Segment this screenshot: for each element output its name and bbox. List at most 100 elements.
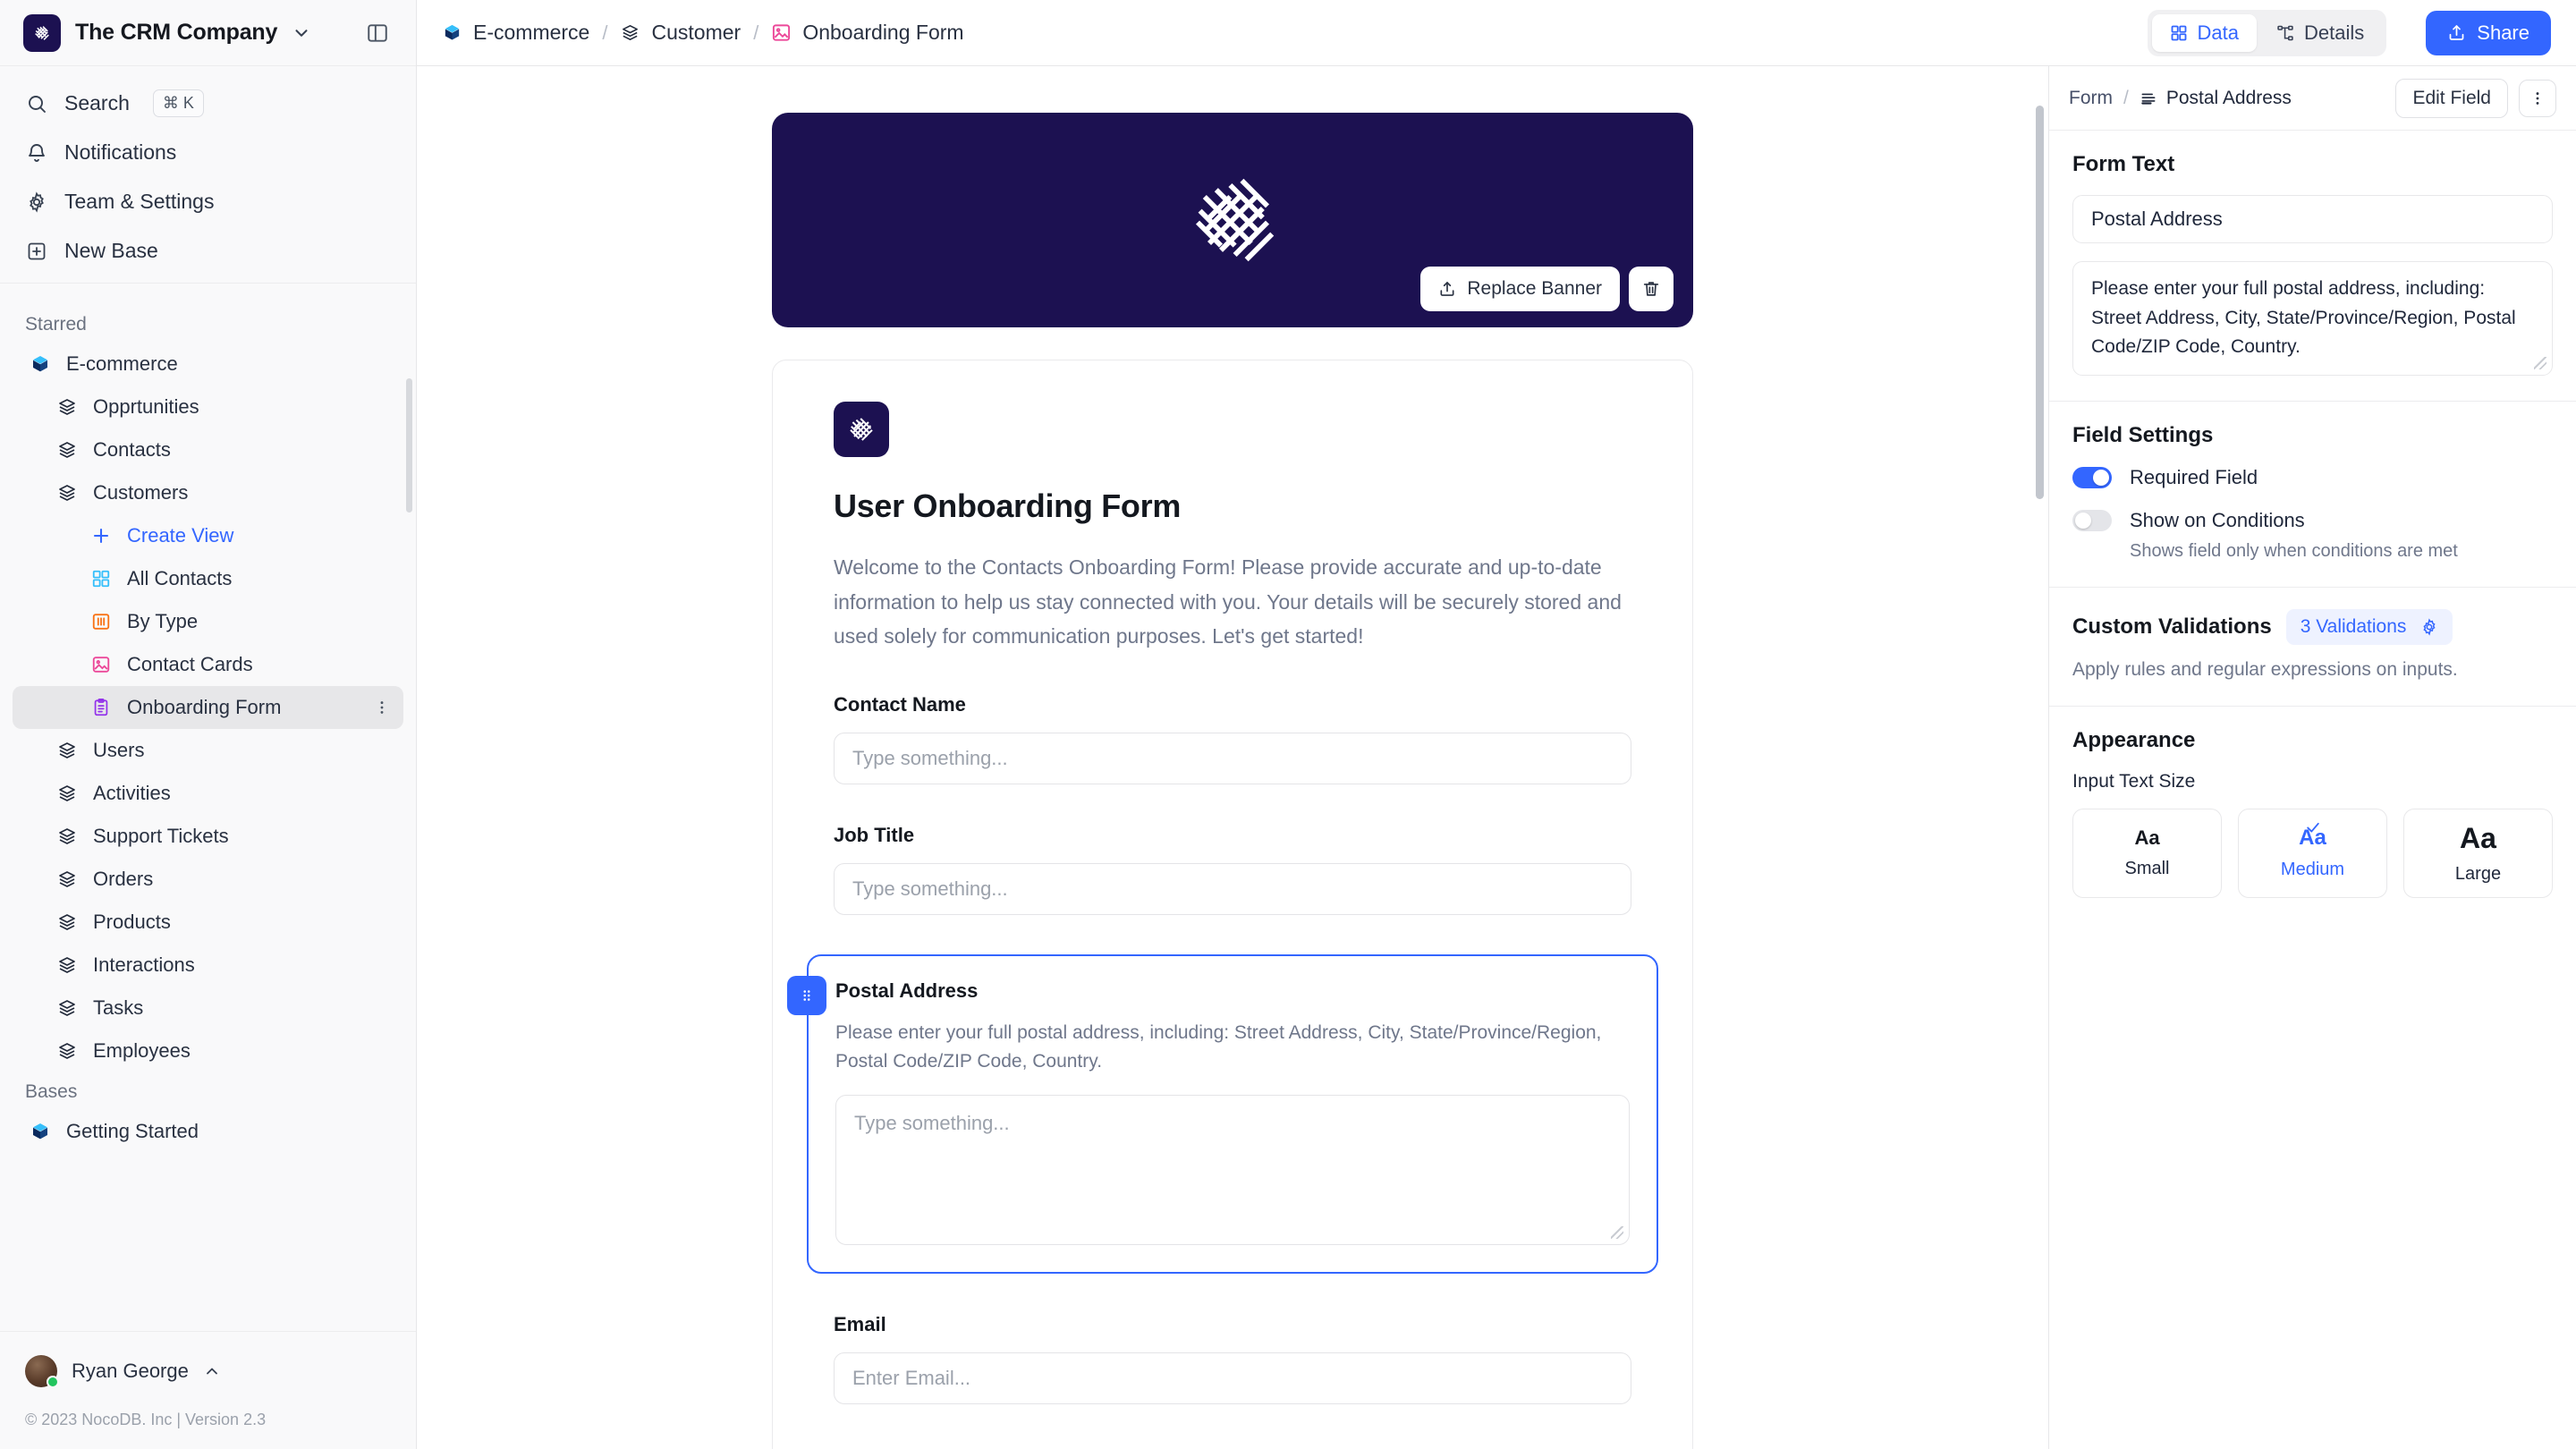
panel-breadcrumb-current: Postal Address <box>2166 88 2292 109</box>
sidebar-item-onboarding-form[interactable]: Onboarding Form <box>13 686 403 729</box>
sidebar-item-customers[interactable]: Customers <box>13 471 403 514</box>
tab-data[interactable]: Data <box>2152 14 2257 52</box>
bell-icon <box>25 141 48 165</box>
delete-banner-button[interactable] <box>1629 267 1674 311</box>
check-icon <box>2304 818 2322 836</box>
job-title-input[interactable]: Type something... <box>834 863 1631 915</box>
brand-logo-icon <box>23 14 61 52</box>
gear-icon[interactable] <box>2420 618 2438 636</box>
size-option-large[interactable]: Aa Large <box>2403 809 2553 898</box>
sidebar-item-search[interactable]: Search ⌘ K <box>0 79 416 128</box>
show-on-conditions-toggle[interactable] <box>2072 510 2112 531</box>
sidebar-scrollbar[interactable] <box>406 378 412 513</box>
sidebar-item-notifications[interactable]: Notifications <box>0 128 416 177</box>
field-description-textarea[interactable]: Please enter your full postal address, i… <box>2072 261 2553 376</box>
postal-address-placeholder: Type something... <box>854 1112 1010 1134</box>
breadcrumb-item-table[interactable]: Customer <box>620 21 741 45</box>
contact-name-input[interactable]: Type something... <box>834 733 1631 784</box>
base-cube-icon <box>29 352 52 376</box>
sidebar-item-opprtunities[interactable]: Opprtunities <box>13 386 403 428</box>
tab-details[interactable]: Details <box>2258 14 2382 52</box>
sidebar-item-getting-started[interactable]: Getting Started <box>13 1110 403 1153</box>
sidebar-item-by-type[interactable]: By Type <box>13 600 403 643</box>
gear-icon <box>25 191 48 214</box>
sidebar-item-employees[interactable]: Employees <box>13 1030 403 1072</box>
sidebar-item-label: Onboarding Form <box>127 696 281 719</box>
form-text-title: Form Text <box>2072 152 2553 177</box>
copyright-text: © 2023 NocoDB. Inc | Version 2.3 <box>25 1394 391 1449</box>
sidebar-item-interactions[interactable]: Interactions <box>13 944 403 987</box>
sidebar-item-tasks[interactable]: Tasks <box>13 987 403 1030</box>
form-text-section: Form Text Postal Address Please enter yo… <box>2049 131 2576 402</box>
required-field-toggle[interactable] <box>2072 467 2112 488</box>
more-vertical-icon[interactable] <box>373 699 391 716</box>
sidebar-item-contact-cards[interactable]: Contact Cards <box>13 643 403 686</box>
size-glyph: Aa <box>2134 826 2159 850</box>
sidebar-item-label: All Contacts <box>127 567 232 590</box>
table-stack-icon <box>55 1039 79 1063</box>
workspace-header: The CRM Company <box>0 0 416 66</box>
table-stack-icon <box>55 825 79 848</box>
sidebar-item-new-base[interactable]: New Base <box>0 226 416 275</box>
table-stack-icon <box>55 911 79 934</box>
left-sidebar: The CRM Company Search ⌘ K Notifi <box>0 0 417 1449</box>
share-button[interactable]: Share <box>2426 11 2551 55</box>
table-stack-icon <box>55 739 79 762</box>
resize-handle[interactable] <box>1611 1226 1623 1239</box>
user-menu[interactable]: Ryan George <box>25 1348 391 1394</box>
breadcrumb-label: Customer <box>651 21 741 45</box>
field-label: Contact Name <box>834 693 1631 716</box>
panel-collapse-icon[interactable] <box>362 18 393 48</box>
panel-breadcrumb-current-wrap: Postal Address <box>2140 88 2292 109</box>
drag-handle-icon[interactable] <box>787 976 826 1015</box>
form-field-postal-address[interactable]: Postal Address Please enter your full po… <box>807 954 1658 1274</box>
sidebar-item-label: Products <box>93 911 171 934</box>
breadcrumb: E-commerce / Customer / Onboarding Form <box>442 21 964 45</box>
replace-banner-label: Replace Banner <box>1467 278 1602 300</box>
sidebar-item-products[interactable]: Products <box>13 901 403 944</box>
canvas-scrollbar[interactable] <box>2036 106 2044 499</box>
edit-field-button[interactable]: Edit Field <box>2395 79 2508 118</box>
field-label-input[interactable]: Postal Address <box>2072 195 2553 243</box>
sidebar-item-e-commerce[interactable]: E-commerce <box>13 343 403 386</box>
postal-address-textarea[interactable]: Type something... <box>835 1095 1630 1245</box>
trash-icon <box>1641 279 1661 299</box>
schema-tree-icon <box>2276 24 2294 42</box>
form-field-email: Email Enter Email... <box>834 1313 1631 1404</box>
status-badge <box>47 1376 59 1388</box>
breadcrumb-item-base[interactable]: E-commerce <box>442 21 589 45</box>
sidebar-item-support-tickets[interactable]: Support Tickets <box>13 815 403 858</box>
sidebar-item-contacts[interactable]: Contacts <box>13 428 403 471</box>
breadcrumb-separator: / <box>602 21 607 45</box>
table-stack-icon <box>55 868 79 891</box>
sidebar-item-all-contacts[interactable]: All Contacts <box>13 557 403 600</box>
resize-handle[interactable] <box>2534 357 2546 369</box>
sidebar-item-orders[interactable]: Orders <box>13 858 403 901</box>
chevron-down-icon[interactable] <box>292 23 311 43</box>
sidebar-item-label: New Base <box>64 239 158 263</box>
table-stack-icon <box>55 481 79 504</box>
sidebar-item-label: E-commerce <box>66 352 178 376</box>
email-input[interactable]: Enter Email... <box>834 1352 1631 1404</box>
main-area: E-commerce / Customer / Onboarding Form <box>417 0 2576 1449</box>
panel-breadcrumb-root[interactable]: Form <box>2069 88 2113 109</box>
size-option-small[interactable]: Aa Small <box>2072 809 2222 898</box>
panel-header: Form / Postal Address Edit Field <box>2049 66 2576 131</box>
sidebar-item-team-settings[interactable]: Team & Settings <box>0 177 416 226</box>
sidebar-item-users[interactable]: Users <box>13 729 403 772</box>
panel-breadcrumb: Form / Postal Address <box>2069 88 2292 109</box>
sidebar-item-activities[interactable]: Activities <box>13 772 403 815</box>
sidebar-item-label: Tasks <box>93 996 143 1020</box>
breadcrumb-separator: / <box>753 21 758 45</box>
sidebar-item-label: Support Tickets <box>93 825 229 848</box>
size-option-medium[interactable]: Aa Medium <box>2238 809 2387 898</box>
user-name: Ryan George <box>72 1360 189 1383</box>
replace-banner-button[interactable]: Replace Banner <box>1420 267 1620 311</box>
panel-more-button[interactable] <box>2519 80 2556 117</box>
view-mode-switch: Data Details <box>2148 10 2387 56</box>
divider <box>0 283 416 284</box>
field-label: Email <box>834 1313 1631 1336</box>
breadcrumb-item-view[interactable]: Onboarding Form <box>771 21 963 45</box>
sidebar-item-create-view[interactable]: Create View <box>13 514 403 557</box>
validations-badge[interactable]: 3 Validations <box>2286 609 2453 645</box>
